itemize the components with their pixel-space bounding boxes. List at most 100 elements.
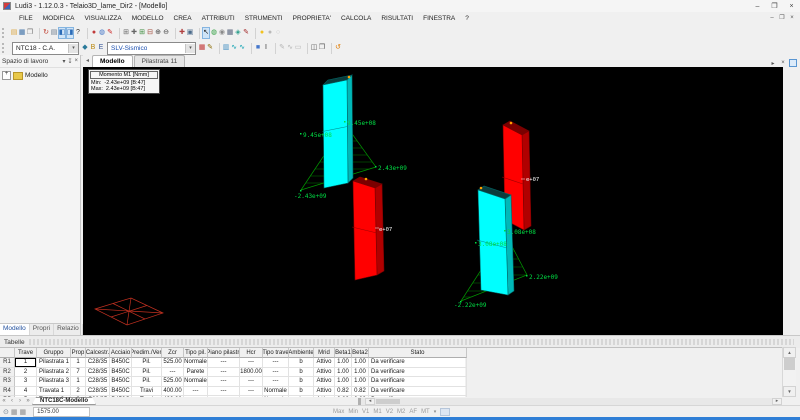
table-cell-beta2[interactable]: 1.00 [352,377,369,387]
tree-expand-icon[interactable]: + [2,71,11,80]
tab-close-icon[interactable]: × [779,60,787,66]
table-cell-hcr[interactable]: 1800.00 [240,368,263,378]
draw-disabled-icon[interactable]: ✎ [278,42,286,54]
light-dim-icon[interactable]: ○ [274,27,282,39]
column-header[interactable]: Stato [369,348,467,358]
child-close-button[interactable]: × [787,14,797,23]
table-cell-gruppo[interactable]: Pilastrata 1 [37,358,71,368]
scroll-down-icon[interactable]: ▼ [783,386,796,397]
result-component-button[interactable]: V2 [386,409,393,415]
annotate-pen-icon[interactable]: ✎ [242,27,250,39]
elements-table[interactable]: TraveGruppoPropCalcestr.AcciaioPredim./V… [0,347,782,398]
menu-item[interactable]: MODIFICA [38,15,80,22]
close-button[interactable]: × [783,1,800,12]
table-cell-calcestruzzo[interactable]: C28/35 [86,368,110,378]
menu-item[interactable]: VISUALIZZA [80,15,127,22]
snapshot-icon[interactable]: ◉ [218,27,226,39]
vertical-scroll-thumb[interactable] [784,357,795,370]
table-cell-predim[interactable]: Pil. [132,377,162,387]
column-header[interactable]: Acciaio [110,348,132,358]
table-cell-stato[interactable]: Da verificare [369,387,467,397]
toolbar-drag-handle[interactable] [2,28,7,38]
report-book-icon[interactable]: E [97,42,105,54]
table-cell-predim[interactable]: Pil. [132,358,162,368]
row-header-cell[interactable]: R1 [0,358,15,368]
sheet-nav-icon[interactable]: › [16,397,24,405]
table-cell-tipo-trave[interactable]: --- [263,368,289,378]
table-cell-mrid[interactable]: Attivo [314,358,335,368]
table-cell-predim[interactable]: Pil. [132,368,162,378]
pin-icon[interactable]: ↧ [67,58,72,65]
table-cell-tipo-pil[interactable]: --- [184,387,208,397]
table-cell-hcr[interactable]: --- [240,387,263,397]
panel-close-icon[interactable]: × [74,58,78,65]
table-cell-ambiente[interactable]: b [289,358,314,368]
copy-icon[interactable]: ❐ [26,27,34,39]
row-header-cell[interactable]: R3 [0,377,15,387]
menu-item[interactable]: STRUMENTI [240,15,288,22]
reload-icon[interactable]: ↺ [334,42,342,54]
column-header[interactable]: Mrid [314,348,335,358]
result-component-button[interactable]: Min [348,409,358,415]
code-setup-icon[interactable]: ◆ [81,42,89,54]
menu-item[interactable]: FINESTRA [418,15,460,22]
table-cell-zcr[interactable]: 400.00 [162,387,184,397]
context-help-icon[interactable]: ? [74,27,82,39]
column-header[interactable]: Gruppo [37,348,71,358]
child-restore-button[interactable]: ❐ [777,14,787,23]
light-on-icon[interactable]: ● [258,27,266,39]
table-cell-prop[interactable]: 2 [71,387,86,397]
sheet-nav-icon[interactable]: ‹ [8,397,16,405]
table-cell-tipo-trave[interactable]: --- [263,377,289,387]
result-dropdown-icon[interactable]: ▾ [434,409,437,415]
table-cell-trave[interactable]: 1 [15,358,37,368]
row-header-cell[interactable]: R4 [0,387,15,397]
table-row[interactable]: R2 2 Pilastrata 2 7 C28/35 B450C Pil. --… [0,368,465,378]
solid-view-icon[interactable]: ■ [254,42,262,54]
menu-item[interactable]: RISULTATI [376,15,418,22]
menu-item[interactable]: MODELLO [127,15,169,22]
table-cell-piano-pilastri[interactable]: --- [208,368,240,378]
move-axes-icon[interactable]: ✚ [130,27,138,39]
table-cell-zcr[interactable]: 525.00 [162,377,184,387]
result-component-button[interactable]: MT [421,409,430,415]
tab-pilastrata-11[interactable]: Pilastrata 11 [134,55,186,67]
zoom-in-icon[interactable]: ⊕ [154,27,162,39]
column-header[interactable]: Beta2 [352,348,369,358]
notes-icon[interactable]: B [89,42,97,54]
section-profile-icon[interactable]: I [262,42,270,54]
column-header[interactable]: Predim./Ver. [132,348,162,358]
zoom-out-icon[interactable]: ⊖ [162,27,170,39]
view-corner-button[interactable] [789,59,797,67]
result-component-button[interactable]: M2 [397,409,405,415]
table-cell-prop[interactable]: 7 [71,368,86,378]
sheet-nav-icon[interactable]: » [24,397,32,405]
column-header[interactable]: Piano pilastri [208,348,240,358]
table-cell-tipo-pil[interactable]: Parete [184,368,208,378]
pan-icon[interactable]: ✚ [178,27,186,39]
table-cell-calcestruzzo[interactable]: C28/35 [86,358,110,368]
table-cell-prop[interactable]: 1 [71,377,86,387]
table-cell-beta2[interactable]: 1.00 [352,358,369,368]
table-cell-beta1[interactable]: 1.00 [335,368,352,378]
table-cell-mrid[interactable]: Attivo [314,377,335,387]
code-combo[interactable]: NTC18 - C.A. ▾ [12,42,79,55]
box-disabled-icon[interactable]: ▭ [294,42,302,54]
mesh-view-icon[interactable]: ◈ [234,27,242,39]
horizontal-scroll-thumb[interactable] [376,399,400,404]
model-tree-item[interactable]: + Modello [0,68,80,83]
curve-disabled-icon[interactable]: ∿ [286,42,294,54]
print-preview-icon[interactable]: ▤ [50,27,58,39]
workspace-tab-modello[interactable]: Modello [0,324,30,335]
grid-large-icon[interactable]: ▦ [20,408,27,416]
table-cell-tipo-trave[interactable]: --- [263,358,289,368]
grid-small-icon[interactable]: ▦ [11,408,18,416]
table-cell-prop[interactable]: 1 [71,358,86,368]
table-cell-hcr[interactable]: --- [240,377,263,387]
check-pencil-icon[interactable]: ✎ [206,42,214,54]
table-cell-stato[interactable]: Da verificare [369,377,467,387]
table-cell-gruppo[interactable]: Pilastrata 2 [37,368,71,378]
table-cell-tipo-trave[interactable]: Normale [263,387,289,397]
table-cell-beta1[interactable]: 0.82 [335,387,352,397]
column-header[interactable] [0,348,15,358]
